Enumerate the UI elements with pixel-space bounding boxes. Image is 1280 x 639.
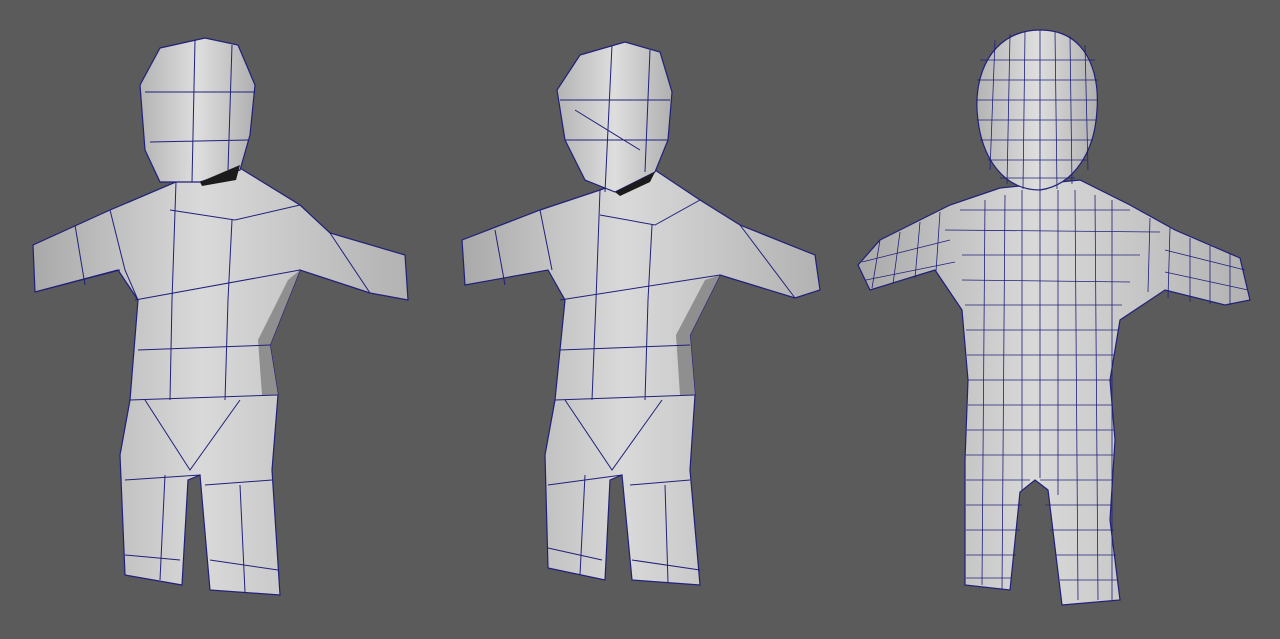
head-mesh: [976, 29, 1098, 191]
body-mesh: [857, 179, 1251, 606]
character-model-subdivided[interactable]: [857, 29, 1251, 606]
head-mesh: [139, 37, 256, 183]
viewport-canvas: [32, 29, 1251, 606]
head-mesh: [556, 41, 673, 193]
body-mesh: [32, 164, 409, 596]
character-model-low-poly[interactable]: [32, 37, 409, 596]
3d-viewport[interactable]: [0, 0, 1280, 639]
body-mesh: [461, 169, 821, 586]
character-model-refined[interactable]: [461, 41, 821, 586]
